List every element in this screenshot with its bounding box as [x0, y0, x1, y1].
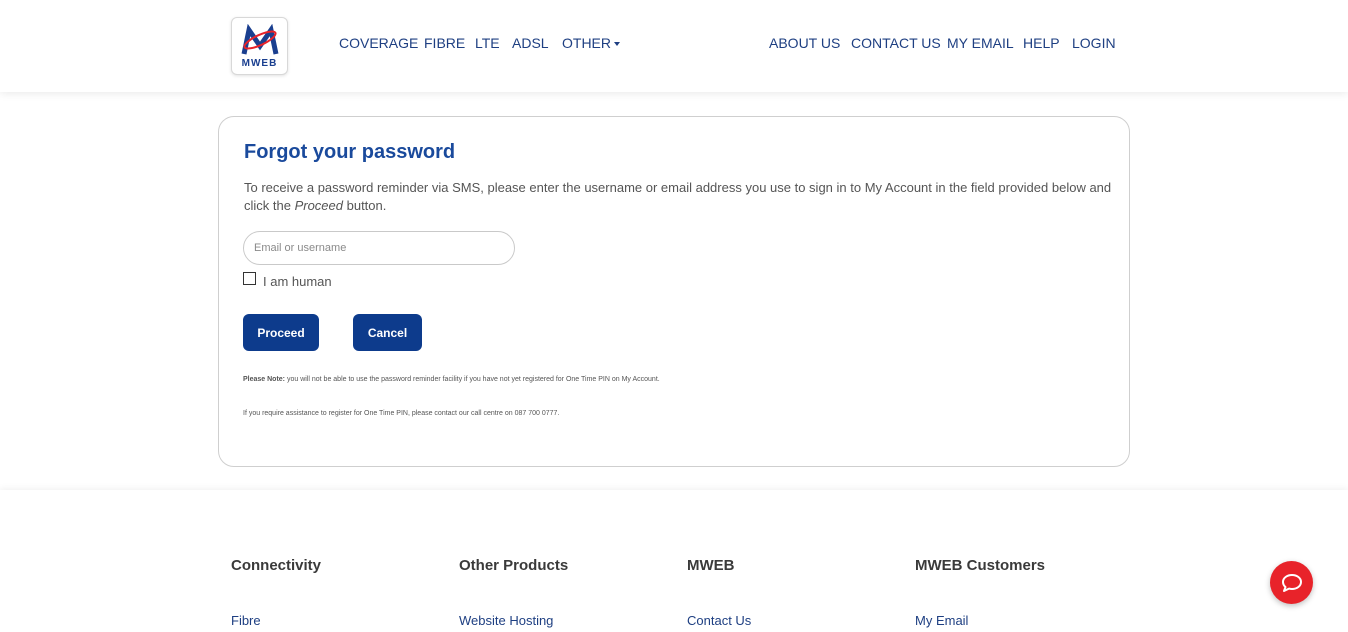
call-centre-note: If you require assistance to register fo… — [243, 410, 560, 417]
footer-heading-mweb-customers: MWEB Customers — [915, 557, 1046, 574]
nav-other-dropdown[interactable]: OTHER — [562, 35, 620, 51]
cancel-button[interactable]: Cancel — [353, 314, 422, 351]
footer-heading-mweb: MWEB — [687, 557, 735, 574]
site-header: MWEB COVERAGE FIBRE LTE ADSL OTHER ABOUT… — [0, 0, 1348, 92]
chat-bubble-icon — [1281, 573, 1302, 592]
caret-down-icon — [614, 42, 620, 47]
instructions-part-2: button. — [343, 198, 387, 213]
otp-note-text: you will not be able to use the password… — [285, 376, 660, 383]
nav-contact-us[interactable]: CONTACT US — [851, 35, 941, 51]
nav-fibre[interactable]: FIBRE — [424, 35, 465, 51]
forgot-password-card: Forgot your password To receive a passwo… — [218, 116, 1130, 467]
footer-link-fibre[interactable]: Fibre — [231, 613, 261, 628]
mweb-logo-icon — [241, 24, 279, 55]
instructions-text: To receive a password reminder via SMS, … — [244, 179, 1114, 215]
otp-note: Please Note: you will not be able to use… — [243, 376, 660, 383]
nav-coverage[interactable]: COVERAGE — [339, 35, 418, 51]
nav-my-email[interactable]: MY EMAIL — [947, 35, 1014, 51]
nav-about-us[interactable]: ABOUT US — [769, 35, 840, 51]
footer-link-website-hosting[interactable]: Website Hosting — [459, 613, 553, 628]
nav-other-label: OTHER — [562, 35, 611, 51]
human-checkbox[interactable] — [243, 272, 256, 285]
footer-heading-connectivity: Connectivity — [231, 557, 322, 574]
chat-button[interactable] — [1270, 561, 1313, 604]
nav-login[interactable]: LOGIN — [1072, 35, 1116, 51]
footer-link-my-email[interactable]: My Email — [915, 613, 968, 628]
nav-adsl[interactable]: ADSL — [512, 35, 549, 51]
site-footer: Connectivity Other Products MWEB MWEB Cu… — [0, 490, 1348, 632]
proceed-button[interactable]: Proceed — [243, 314, 319, 351]
mweb-logo[interactable]: MWEB — [231, 17, 288, 75]
email-username-input[interactable] — [243, 231, 515, 265]
nav-help[interactable]: HELP — [1023, 35, 1060, 51]
page-title: Forgot your password — [244, 141, 456, 163]
nav-lte[interactable]: LTE — [475, 35, 500, 51]
logo-text: MWEB — [241, 58, 278, 69]
footer-heading-other-products: Other Products — [459, 557, 569, 574]
footer-link-contact-us[interactable]: Contact Us — [687, 613, 751, 628]
human-checkbox-label: I am human — [263, 274, 332, 289]
otp-note-label: Please Note: — [243, 376, 286, 383]
instructions-proceed-emphasis: Proceed — [294, 198, 343, 213]
